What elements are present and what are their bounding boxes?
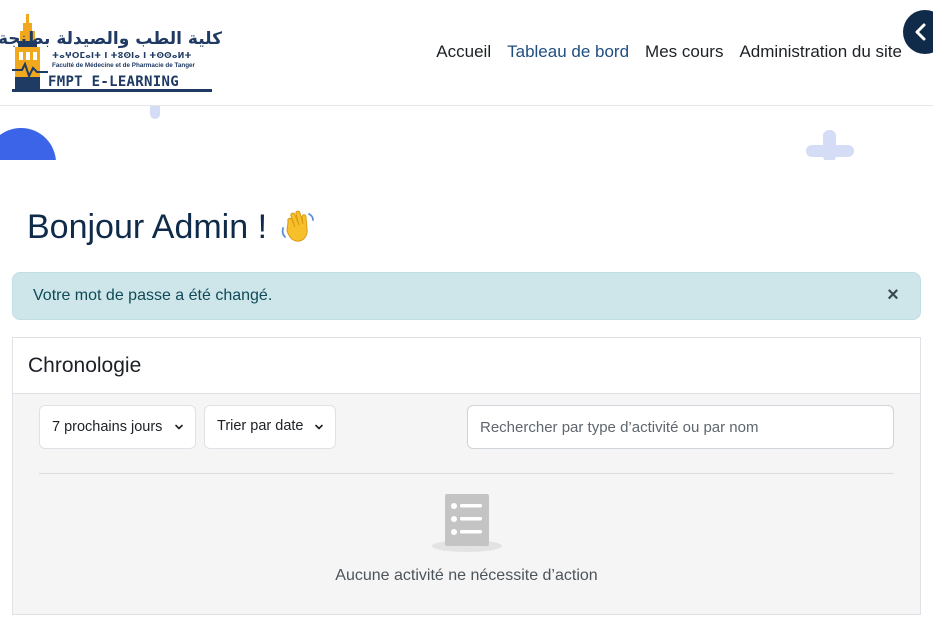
alert-message: Votre mot de passe a été changé. bbox=[33, 287, 273, 304]
password-changed-alert: Votre mot de passe a été changé. × bbox=[12, 272, 921, 320]
nav-item-administration-du-site[interactable]: Administration du site bbox=[739, 42, 902, 62]
decorative-stick bbox=[150, 106, 160, 119]
chevron-left-icon bbox=[915, 23, 926, 41]
logo-brand-text: FMPT E-LEARNING bbox=[48, 74, 179, 90]
logo-arabic-name: كلية الطب والصيدلة بطنجة bbox=[0, 29, 222, 49]
list-document-icon bbox=[432, 494, 502, 552]
decorative-plus-horizontal bbox=[806, 145, 854, 157]
timeline-divider bbox=[39, 473, 894, 474]
activity-search-input[interactable] bbox=[467, 405, 894, 449]
greeting-text: Bonjour Admin ! bbox=[27, 208, 268, 246]
empty-state-message: Aucune activité ne nécessite d’action bbox=[335, 567, 598, 584]
nav-item-mes-cours[interactable]: Mes cours bbox=[645, 42, 723, 62]
nav-item-accueil[interactable]: Accueil bbox=[436, 42, 491, 62]
chevron-down-icon bbox=[175, 424, 183, 430]
logo-underline bbox=[12, 89, 212, 92]
days-filter-dropdown[interactable]: 7 prochains jours bbox=[39, 405, 196, 449]
header-decoration bbox=[0, 106, 933, 160]
sort-dropdown[interactable]: Trier par date bbox=[204, 405, 336, 449]
timeline-title: Chronologie bbox=[28, 354, 142, 377]
page-greeting: Bonjour Admin ! bbox=[27, 206, 316, 248]
timeline-block: Chronologie 7 prochains jours Trier par … bbox=[12, 337, 921, 615]
site-logo[interactable]: كلية الطب والصيدلة بطنجة ⵜⴰⵖⵔⵎⴰⵏⵜ ⵏ ⵜⵓⵙⵏ… bbox=[0, 14, 222, 92]
primary-navigation: Accueil Tableau de bord Mes cours Admini… bbox=[436, 42, 902, 62]
close-icon[interactable]: × bbox=[884, 285, 902, 305]
days-filter-label: 7 prochains jours bbox=[52, 419, 163, 435]
logo-tifinagh-name: ⵜⴰⵖⵔⵎⴰⵏⵜ ⵏ ⵜⵓⵙⵏⴰ ⵏ ⵜⵙⵙⴰⵍⵜ bbox=[52, 51, 192, 60]
top-navbar: كلية الطب والصيدلة بطنجة ⵜⴰⵖⵔⵎⴰⵏⵜ ⵏ ⵜⵓⵙⵏ… bbox=[0, 0, 933, 106]
logo-french-name: Faculté de Médecine et de Pharmacie de T… bbox=[52, 62, 196, 69]
nav-item-tableau-de-bord[interactable]: Tableau de bord bbox=[507, 42, 629, 62]
timeline-header: Chronologie bbox=[13, 338, 920, 394]
waving-hand-icon bbox=[282, 210, 315, 242]
logo-tower-icon bbox=[12, 14, 48, 89]
decorative-circle bbox=[0, 128, 56, 160]
chevron-down-icon bbox=[315, 424, 323, 430]
sort-label: Trier par date bbox=[217, 418, 304, 434]
